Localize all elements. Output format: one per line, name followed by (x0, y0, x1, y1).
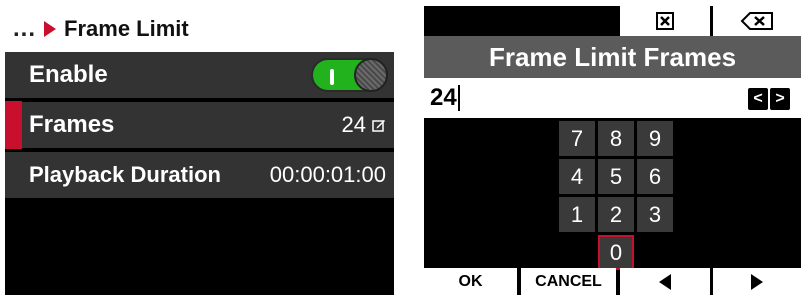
menu-header: ... Frame Limit (5, 6, 394, 52)
frames-value[interactable]: 24 (342, 112, 386, 138)
breadcrumb-arrow-icon (44, 21, 57, 37)
close-box-icon (656, 12, 674, 30)
value-input-field[interactable]: 24 < > (424, 78, 801, 118)
toggle-knob[interactable] (354, 58, 388, 92)
triangle-left-icon (659, 273, 671, 290)
entry-title: Frame Limit Frames (488, 41, 737, 72)
frames-label: Frames (29, 111, 115, 138)
toggle-on-indicator-icon (330, 69, 334, 85)
breadcrumb-back[interactable]: ... (13, 17, 36, 41)
input-value: 24 (430, 84, 457, 111)
enable-toggle[interactable] (311, 58, 388, 92)
previous-button[interactable] (620, 268, 710, 295)
key-6[interactable]: 6 (637, 159, 673, 194)
menu-row-playback-duration[interactable]: Playback Duration 00:00:01:00 (5, 152, 394, 200)
menu-row-frames[interactable]: Frames 24 (5, 101, 394, 150)
playback-duration-label: Playback Duration (29, 162, 221, 187)
top-button-bar (424, 6, 801, 36)
cursor-left-button[interactable]: < (748, 88, 768, 110)
backspace-icon (740, 12, 773, 30)
cancel-button[interactable]: CANCEL (521, 268, 616, 295)
close-button[interactable] (620, 6, 710, 36)
selected-row-indicator (5, 101, 22, 149)
edit-icon (372, 120, 385, 132)
numeric-keypad: 7 8 9 4 5 6 1 2 3 0 (424, 118, 801, 270)
key-0[interactable]: 0 (598, 235, 634, 270)
cursor-right-button[interactable]: > (770, 88, 790, 110)
key-4[interactable]: 4 (559, 159, 595, 194)
triangle-right-icon (751, 273, 763, 290)
key-7[interactable]: 7 (559, 121, 595, 156)
soft-button-bar: OK CANCEL (424, 268, 801, 295)
ok-button[interactable]: OK (424, 268, 517, 295)
key-8[interactable]: 8 (598, 121, 634, 156)
numeric-entry-screen: Frame Limit Frames 24 < > 7 8 9 4 5 6 1 … (424, 6, 801, 295)
key-3[interactable]: 3 (637, 197, 673, 232)
page-title: Frame Limit (64, 16, 189, 41)
playback-duration-value: 00:00:01:00 (269, 162, 386, 187)
key-2[interactable]: 2 (598, 197, 634, 232)
next-button[interactable] (713, 268, 801, 295)
entry-title-bar: Frame Limit Frames (424, 36, 801, 78)
backspace-button[interactable] (713, 6, 801, 36)
menu-row-enable[interactable]: Enable (5, 52, 394, 100)
key-1[interactable]: 1 (559, 197, 595, 232)
key-9[interactable]: 9 (637, 121, 673, 156)
text-cursor (457, 85, 460, 111)
frames-value-text: 24 (341, 112, 366, 137)
key-5[interactable]: 5 (598, 159, 634, 194)
frame-limit-menu-screen: ... Frame Limit Enable Frames 24 Playbac… (5, 6, 394, 295)
enable-label: Enable (29, 61, 108, 88)
